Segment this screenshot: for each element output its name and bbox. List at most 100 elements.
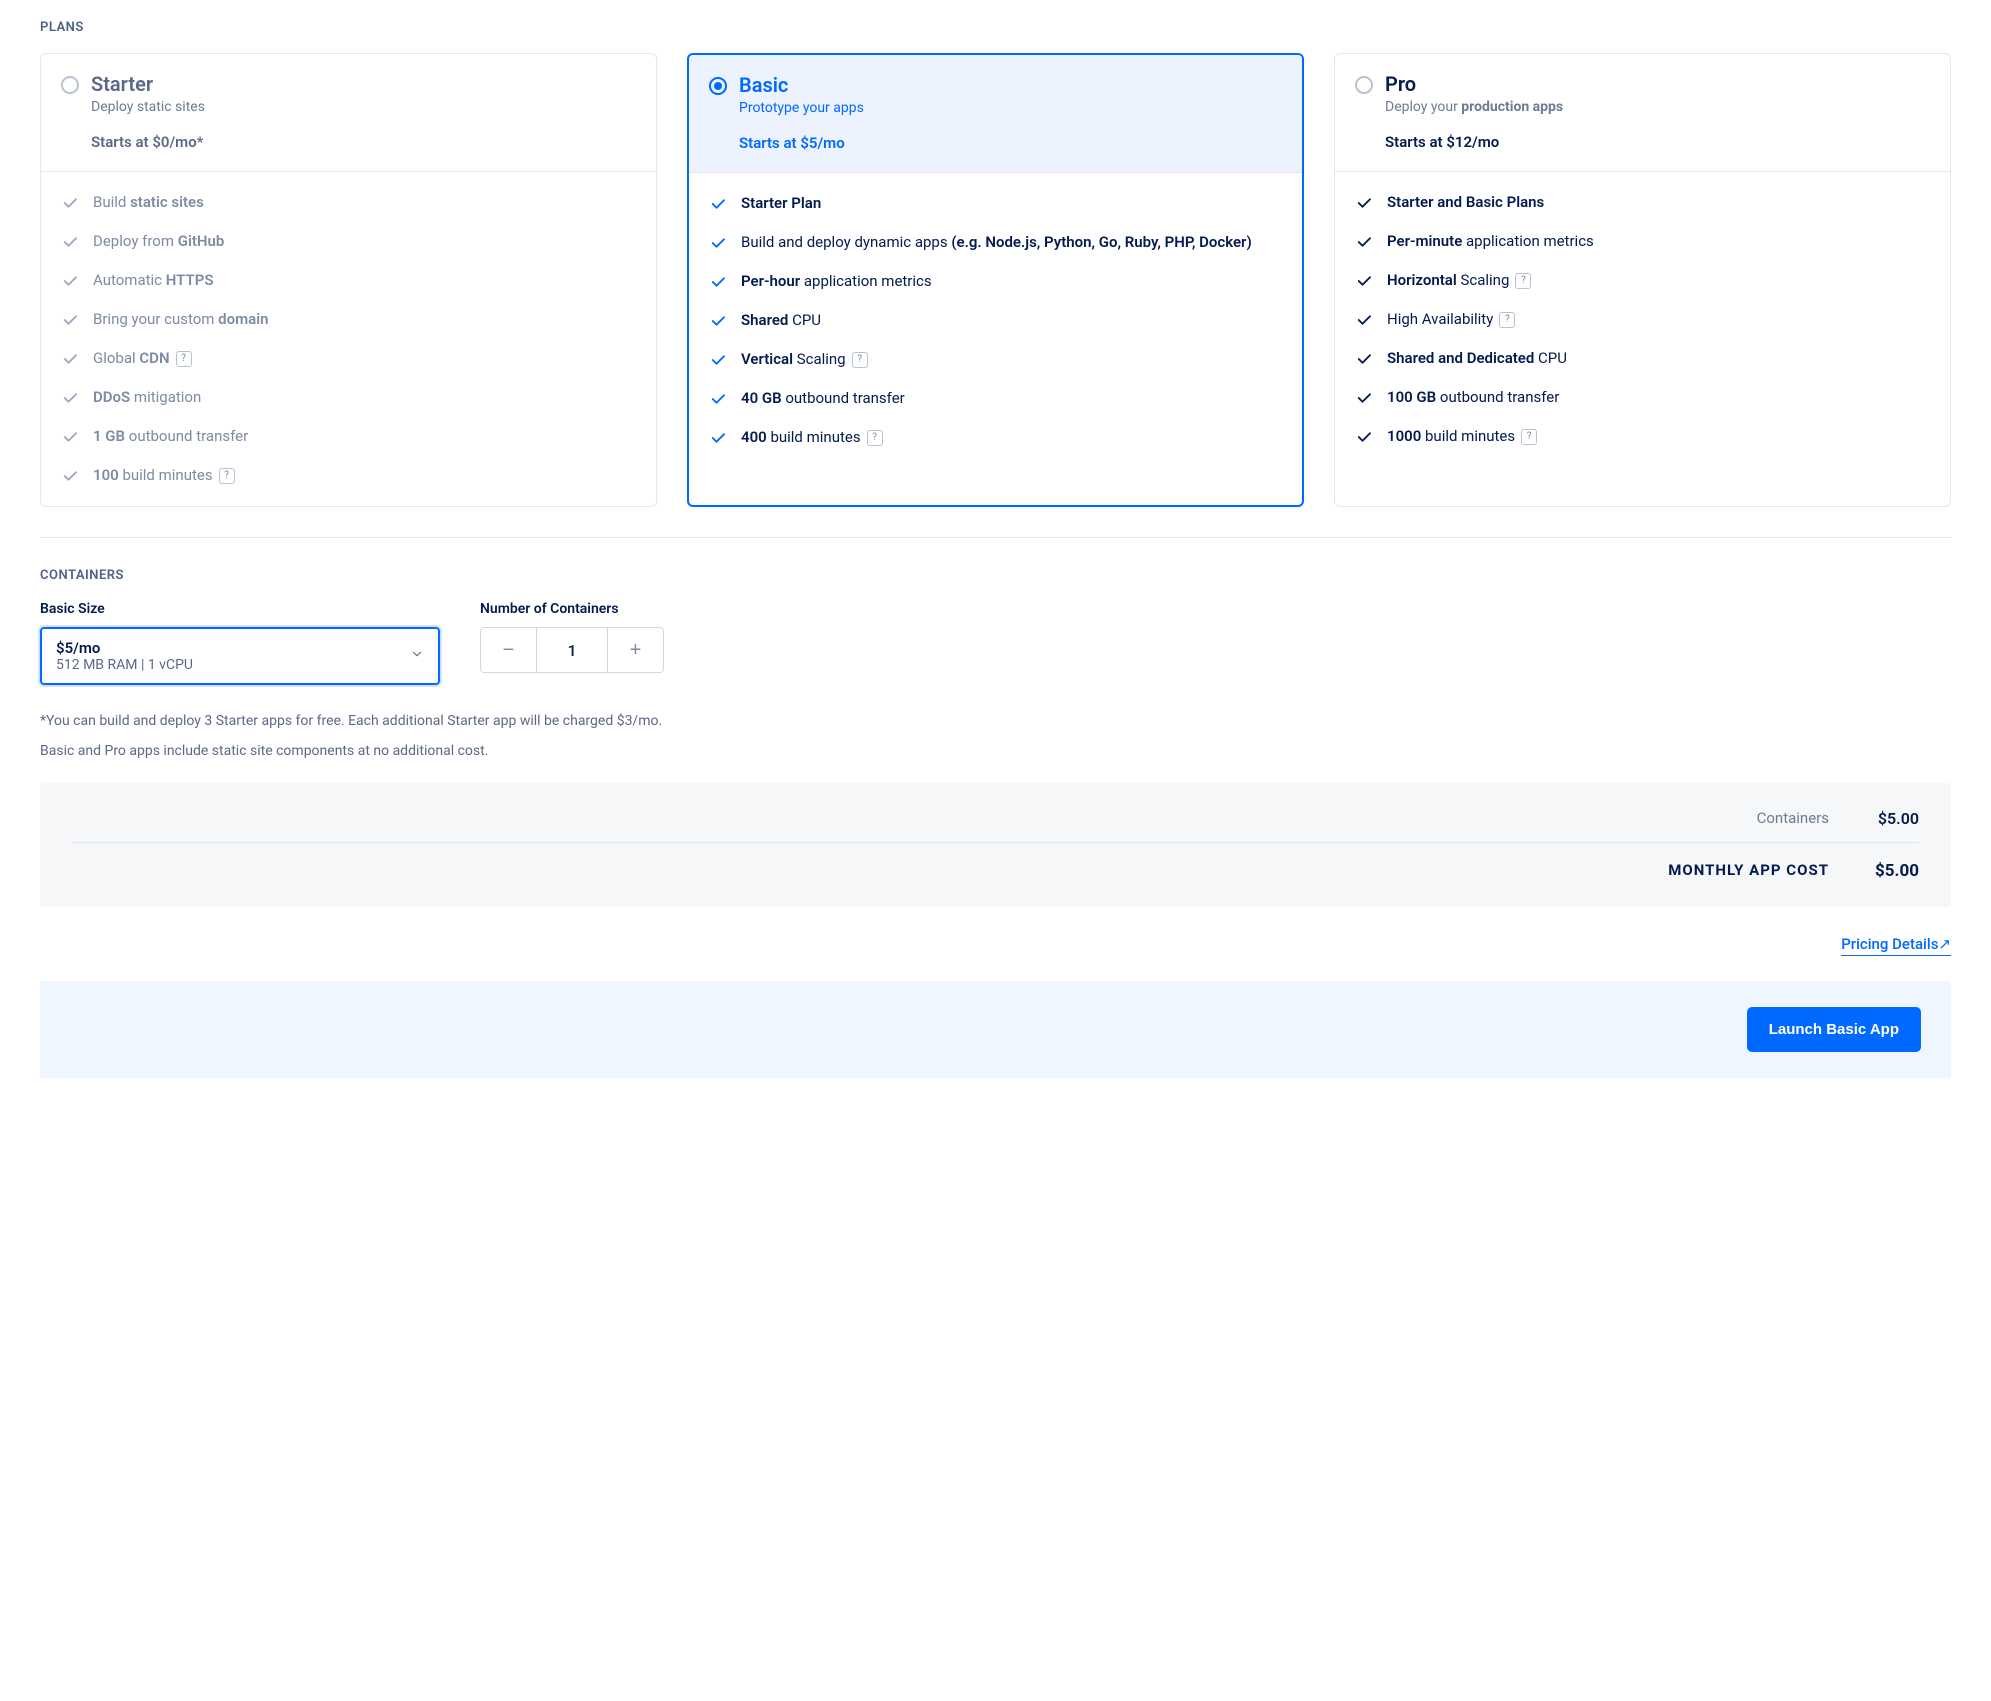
container-count-value: 1 [537, 628, 607, 672]
check-icon [1355, 272, 1373, 290]
feature-item: 40 GB outbound transfer [709, 388, 1282, 409]
feature-item: 1 GB outbound transfer [61, 426, 636, 447]
help-icon[interactable]: ? [1515, 273, 1531, 289]
feature-text: 100 build minutes? [93, 465, 235, 486]
feature-list-basic: Starter Plan Build and deploy dynamic app… [709, 193, 1282, 448]
feature-text: Per-hour application metrics [741, 271, 932, 292]
cost-total-value: $5.00 [1859, 861, 1919, 881]
check-icon [709, 390, 727, 408]
plan-subtitle: Deploy your production apps [1385, 99, 1563, 115]
feature-item: Global CDN? [61, 348, 636, 369]
feature-text: 100 GB outbound transfer [1387, 387, 1559, 408]
check-icon [61, 272, 79, 290]
radio-icon[interactable] [61, 76, 79, 94]
feature-item: Build and deploy dynamic apps (e.g. Node… [709, 232, 1282, 253]
check-icon [709, 195, 727, 213]
check-icon [1355, 194, 1373, 212]
help-icon[interactable]: ? [219, 468, 235, 484]
check-icon [709, 234, 727, 252]
check-icon [709, 429, 727, 447]
increment-button[interactable]: + [607, 628, 663, 672]
feature-item: Horizontal Scaling? [1355, 270, 1930, 291]
plan-card-basic[interactable]: Basic Prototype your apps Starts at $5/m… [687, 53, 1304, 507]
plan-name: Pro [1385, 72, 1563, 96]
help-icon[interactable]: ? [1499, 312, 1515, 328]
check-icon [61, 233, 79, 251]
launch-button[interactable]: Launch Basic App [1747, 1007, 1921, 1052]
plan-header-pro[interactable]: Pro Deploy your production apps Starts a… [1335, 54, 1950, 172]
plan-price: Starts at $0/mo* [91, 133, 205, 151]
plan-header-starter[interactable]: Starter Deploy static sites Starts at $0… [41, 54, 656, 172]
plan-price: Starts at $12/mo [1385, 133, 1563, 151]
feature-text: Bring your custom domain [93, 309, 268, 330]
feature-text: Global CDN? [93, 348, 192, 369]
plan-subtitle: Prototype your apps [739, 100, 864, 116]
check-icon [61, 194, 79, 212]
feature-item: Starter and Basic Plans [1355, 192, 1930, 213]
size-select[interactable]: $5/mo 512 MB RAM | 1 vCPU [40, 627, 440, 685]
fine-print-line2: Basic and Pro apps include static site c… [40, 743, 1951, 759]
feature-item: Shared and Dedicated CPU [1355, 348, 1930, 369]
feature-text: 400 build minutes? [741, 427, 883, 448]
feature-text: 40 GB outbound transfer [741, 388, 905, 409]
external-link-icon: ↗ [1938, 935, 1951, 953]
launch-bar: Launch Basic App [40, 981, 1951, 1078]
feature-text: Starter and Basic Plans [1387, 192, 1544, 213]
cost-divider [72, 842, 1919, 843]
help-icon[interactable]: ? [176, 351, 192, 367]
feature-item: Deploy from GitHub [61, 231, 636, 252]
fine-print-line1: *You can build and deploy 3 Starter apps… [40, 713, 1951, 729]
pricing-details-link[interactable]: Pricing Details↗ [1841, 935, 1951, 956]
help-icon[interactable]: ? [852, 352, 868, 368]
feature-text: High Availability? [1387, 309, 1515, 330]
feature-text: Vertical Scaling? [741, 349, 868, 370]
plan-subtitle: Deploy static sites [91, 99, 205, 115]
feature-item: Automatic HTTPS [61, 270, 636, 291]
feature-item: Bring your custom domain [61, 309, 636, 330]
check-icon [1355, 428, 1373, 446]
cost-total-label: MONTHLY APP COST [1668, 861, 1829, 881]
plan-card-starter[interactable]: Starter Deploy static sites Starts at $0… [40, 53, 657, 507]
feature-list-starter: Build static sites Deploy from GitHub Auto… [61, 192, 636, 486]
check-icon [61, 428, 79, 446]
feature-text: Horizontal Scaling? [1387, 270, 1531, 291]
plan-card-pro[interactable]: Pro Deploy your production apps Starts a… [1334, 53, 1951, 507]
feature-item: DDoS mitigation [61, 387, 636, 408]
feature-item: Build static sites [61, 192, 636, 213]
decrement-button[interactable]: − [481, 628, 537, 672]
chevron-down-icon [410, 647, 424, 665]
radio-icon[interactable] [1355, 76, 1373, 94]
containers-section-label: CONTAINERS [40, 568, 1951, 583]
check-icon [1355, 389, 1373, 407]
radio-icon[interactable] [709, 77, 727, 95]
help-icon[interactable]: ? [1521, 429, 1537, 445]
size-label: Basic Size [40, 601, 440, 617]
help-icon[interactable]: ? [867, 430, 883, 446]
feature-text: 1 GB outbound transfer [93, 426, 248, 447]
check-icon [61, 311, 79, 329]
cost-containers-value: $5.00 [1859, 809, 1919, 828]
feature-text: Starter Plan [741, 193, 821, 214]
feature-text: Per-minute application metrics [1387, 231, 1594, 252]
feature-item: Shared CPU [709, 310, 1282, 331]
plan-header-basic[interactable]: Basic Prototype your apps Starts at $5/m… [689, 55, 1302, 173]
feature-item: High Availability? [1355, 309, 1930, 330]
feature-item: 1000 build minutes? [1355, 426, 1930, 447]
plan-name: Starter [91, 72, 205, 96]
container-count-stepper: − 1 + [480, 627, 664, 673]
check-icon [709, 312, 727, 330]
feature-item: 100 build minutes? [61, 465, 636, 486]
plans-section-label: PLANS [40, 20, 1951, 35]
feature-item: 400 build minutes? [709, 427, 1282, 448]
feature-item: Starter Plan [709, 193, 1282, 214]
feature-text: Build static sites [93, 192, 204, 213]
feature-text: Automatic HTTPS [93, 270, 213, 291]
check-icon [61, 467, 79, 485]
check-icon [709, 351, 727, 369]
feature-list-pro: Starter and Basic Plans Per-minute applic… [1355, 192, 1930, 447]
check-icon [61, 350, 79, 368]
plan-price: Starts at $5/mo [739, 134, 864, 152]
divider [40, 537, 1951, 538]
check-icon [61, 389, 79, 407]
feature-text: 1000 build minutes? [1387, 426, 1537, 447]
